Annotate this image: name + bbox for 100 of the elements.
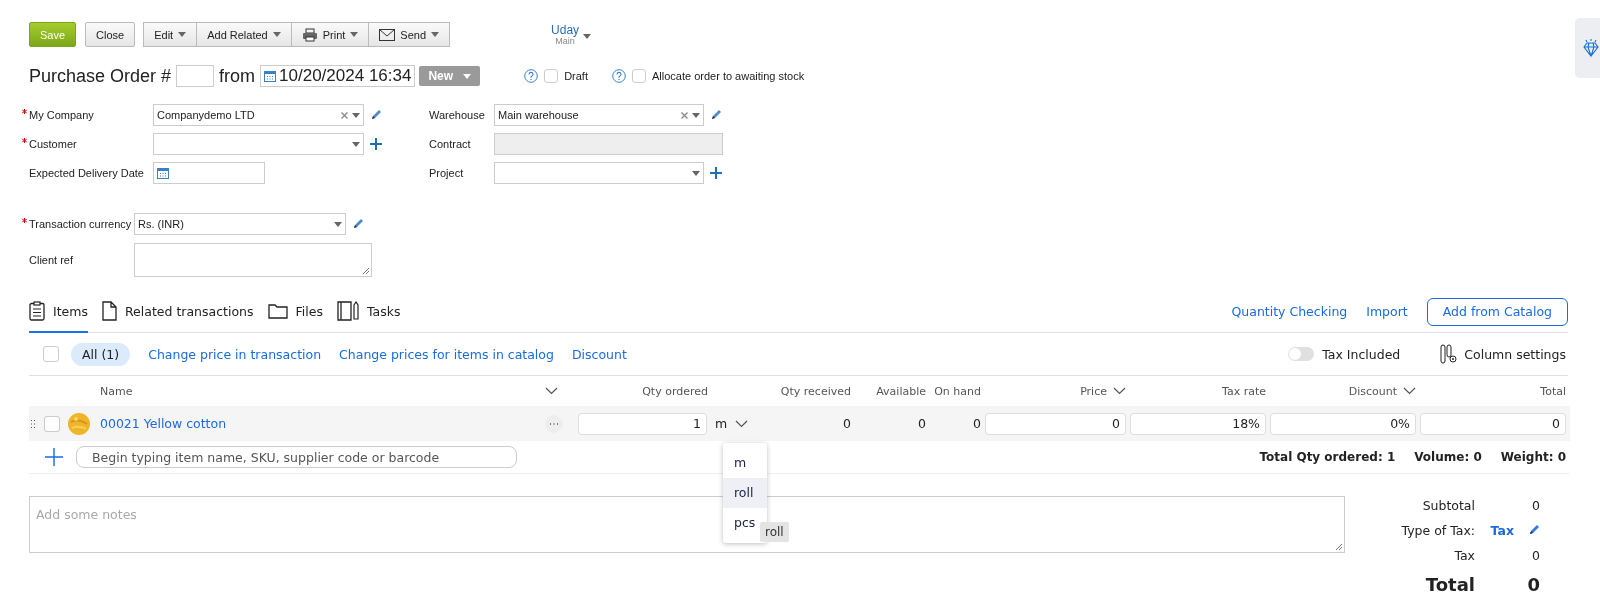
menu-item[interactable]: roll — [723, 477, 767, 508]
totals-label: Subtotal — [1422, 497, 1475, 513]
caret-icon — [431, 32, 440, 37]
menu-item[interactable]: m — [723, 447, 767, 478]
action-link[interactable]: Change price in transaction — [148, 346, 322, 362]
caret-icon — [350, 32, 359, 37]
discount-field[interactable]: 0% — [1270, 412, 1416, 435]
table-cell-text: 0 — [842, 416, 852, 431]
total-field[interactable]: 0 — [1420, 412, 1566, 435]
select-all-checkbox[interactable] — [43, 346, 59, 362]
select-field[interactable] — [153, 133, 364, 155]
row-checkbox[interactable] — [44, 415, 60, 432]
field-label: Project — [429, 167, 464, 179]
pencil-icon[interactable] — [352, 218, 364, 230]
chevron-down-icon[interactable] — [545, 387, 558, 395]
select-field[interactable] — [494, 162, 704, 184]
summary-text: Volume: 0 — [1414, 450, 1482, 464]
field-label: Customer — [29, 138, 77, 150]
menu-button[interactable]: Add Related — [196, 22, 292, 47]
field-label: Client ref — [29, 254, 74, 266]
diamond-icon — [1581, 38, 1600, 58]
column-settings-button[interactable]: Column settings — [1440, 344, 1566, 364]
item-link[interactable]: 00021 Yellow cotton — [100, 416, 227, 431]
calendar-icon[interactable] — [264, 70, 277, 82]
column-header: Discount — [1348, 384, 1397, 398]
user-name[interactable]: Uday — [551, 23, 580, 36]
clear-icon[interactable] — [681, 111, 688, 119]
action-link[interactable]: Change prices for items in catalog — [339, 346, 554, 362]
help-icon[interactable] — [611, 69, 626, 83]
select-field[interactable]: Main warehouse — [494, 104, 704, 126]
select-field[interactable]: Rs. (INR) — [134, 213, 346, 235]
checkbox[interactable] — [544, 69, 559, 83]
order-number-field[interactable] — [176, 65, 215, 87]
tab[interactable]: Related transactions — [101, 291, 254, 333]
totals-label: Tax — [1454, 547, 1475, 563]
date-field[interactable]: 10/20/2024 16:34 — [260, 65, 416, 87]
column-header: Price — [1080, 384, 1107, 398]
action-link[interactable]: Discount — [571, 346, 627, 362]
help-icon[interactable] — [524, 69, 539, 83]
toolbar-button[interactable]: Close — [85, 22, 136, 47]
side-panel-tab[interactable] — [1575, 18, 1600, 78]
user-location: Main — [555, 36, 575, 46]
menu-button[interactable]: Edit — [143, 22, 198, 47]
field-label: Transaction currency — [29, 218, 132, 230]
menu-button[interactable]: Print — [290, 22, 370, 47]
field-label: Contract — [429, 138, 471, 150]
add-from-catalog-button[interactable]: Add from Catalog — [1426, 297, 1568, 326]
chevron-down-icon[interactable] — [1113, 387, 1126, 395]
columns-gear-icon — [1440, 344, 1459, 364]
clear-icon[interactable] — [341, 111, 348, 119]
page-title: Purchase Order # — [29, 65, 172, 87]
action-link[interactable]: Import — [1366, 304, 1408, 319]
tooltip: roll — [760, 521, 789, 542]
plus-icon[interactable] — [710, 167, 722, 179]
more-icon[interactable] — [545, 414, 563, 433]
pencil-icon[interactable] — [370, 109, 382, 121]
column-header: Available — [876, 384, 926, 398]
checkbox[interactable] — [631, 69, 646, 83]
caret-icon — [272, 32, 281, 37]
summary-text: Total Qty ordered: 1 — [1259, 450, 1396, 464]
pencil-icon[interactable] — [710, 109, 722, 121]
pencil-icon[interactable] — [1528, 524, 1540, 536]
checkbox-label: Allocate order to awaiting stock — [651, 70, 805, 82]
checkbox-label: Draft — [564, 70, 588, 82]
caret-icon — [692, 170, 700, 176]
field-label: Expected Delivery Date — [29, 167, 144, 179]
plus-icon[interactable] — [370, 138, 382, 150]
toggle-switch[interactable] — [1288, 347, 1315, 361]
caret-icon — [178, 32, 187, 37]
action-link[interactable]: Quantity Checking — [1231, 304, 1348, 319]
column-header: Name — [100, 384, 133, 398]
tax-type-link[interactable]: Tax — [1490, 522, 1514, 538]
price-field[interactable]: 0 — [985, 412, 1126, 435]
item-search-field[interactable]: Begin typing item name, SKU, supplier code or barcode — [76, 446, 517, 468]
tab[interactable]: Items — [29, 291, 88, 333]
plus-icon[interactable] — [45, 448, 63, 466]
column-header: Total — [1540, 384, 1566, 398]
envelope-icon — [379, 28, 396, 41]
caret-icon — [463, 73, 472, 79]
unit-label[interactable]: m — [715, 416, 728, 431]
totals-label: Type of Tax: — [1401, 522, 1475, 538]
calendar-icon[interactable] — [157, 167, 169, 179]
filter-chip[interactable]: All (1) — [71, 342, 131, 366]
drag-handle-icon[interactable] — [30, 418, 36, 429]
tab[interactable]: Tasks — [337, 291, 401, 333]
chevron-down-icon[interactable] — [735, 419, 749, 428]
menu-button[interactable]: Send — [368, 22, 451, 47]
column-header: Qty received — [780, 384, 851, 398]
grand-total-value: 0 — [1527, 573, 1540, 595]
column-header: Tax rate — [1222, 384, 1266, 398]
chevron-down-icon[interactable] — [1403, 387, 1416, 395]
folder-icon — [267, 303, 288, 319]
field-label: Warehouse — [429, 109, 485, 121]
select-field[interactable]: Companydemo LTD — [153, 104, 364, 126]
tab[interactable]: Files — [267, 291, 323, 333]
quantity-field[interactable]: 1 — [578, 412, 707, 435]
date-field[interactable] — [153, 162, 265, 184]
caret-icon — [352, 141, 360, 147]
clipboard-icon — [29, 301, 45, 321]
tax-rate-field[interactable]: 18% — [1130, 412, 1266, 435]
